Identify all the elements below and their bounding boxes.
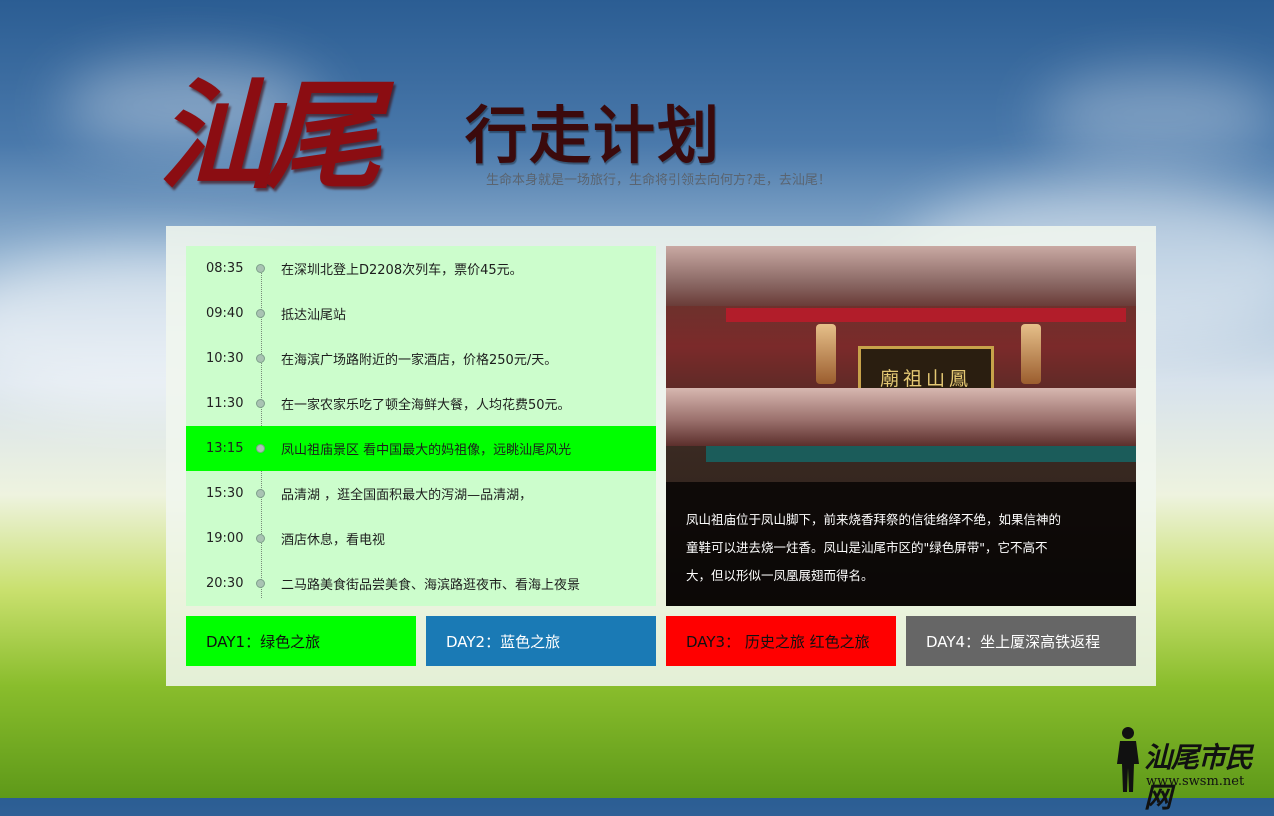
logo-url: www.swsm.net [1146, 774, 1245, 789]
circle-dot-icon [256, 444, 265, 453]
timeline-row: 15:30 品清湖 ，逛全国面积最大的泻湖—品清湖， [186, 471, 656, 516]
circle-dot-icon [256, 579, 265, 588]
circle-dot-icon [256, 534, 265, 543]
caption-line: 凤山祖庙位于凤山脚下，前来烧香拜祭的信徒络绎不绝，如果信神的 [686, 512, 1062, 527]
tagline: 生命本身就是一场旅行，生命将引领去向何方?走，去汕尾！ [486, 173, 831, 188]
timeline-row: 11:30 在一家农家乐吃了顿全海鲜大餐，人均花费50元。 [186, 381, 656, 426]
timeline-text: 在海滨广场路附近的一家酒店，价格250元/天。 [281, 353, 558, 368]
circle-dot-icon [256, 354, 265, 363]
timeline-time: 15:30 [206, 486, 244, 501]
itinerary-panel: 08:35 在深圳北登上D2208次列车，票价45元。 09:40 抵达汕尾站 … [166, 226, 1156, 686]
photo-roof [666, 388, 1136, 446]
temple-photo: 廟祖山鳳 凤山祖庙位于凤山脚下，前来烧香拜祭的信徒络绎不绝，如果信神的 童鞋可以… [666, 246, 1136, 606]
timeline-row: 09:40 抵达汕尾站 [186, 291, 656, 336]
page-title: 汕尾 [158, 65, 382, 205]
timeline-time: 11:30 [206, 396, 244, 411]
timeline-text: 凤山祖庙景区 看中国最大的妈祖像，远眺汕尾风光 [281, 443, 572, 458]
timeline-time: 13:15 [206, 441, 244, 456]
timeline-text: 抵达汕尾站 [281, 308, 347, 323]
circle-dot-icon [256, 399, 265, 408]
timeline-row-active[interactable]: 13:15 凤山祖庙景区 看中国最大的妈祖像，远眺汕尾风光 [186, 426, 656, 471]
timeline-text: 酒店休息，看电视 [281, 533, 386, 548]
day2-tab[interactable]: DAY2：蓝色之旅 [426, 616, 656, 666]
site-logo[interactable]: 汕尾市民网 www.swsm.net [1110, 722, 1274, 814]
caption-line: 童鞋可以进去烧一炷香。凤山是汕尾市区的"绿色屏带"，它不高不 [686, 540, 1048, 555]
timeline-row: 19:00 酒店休息，看电视 [186, 516, 656, 561]
day1-tab[interactable]: DAY1：绿色之旅 [186, 616, 416, 666]
photo-roof [666, 246, 1136, 306]
page-subtitle: 行走计划 [465, 99, 722, 172]
photo-caption: 凤山祖庙位于凤山脚下，前来烧香拜祭的信徒络绎不绝，如果信神的 童鞋可以进去烧一炷… [666, 482, 1136, 606]
timeline-time: 10:30 [206, 351, 244, 366]
circle-dot-icon [256, 264, 265, 273]
day3-tab[interactable]: DAY3： 历史之旅 红色之旅 [666, 616, 896, 666]
bg-cloud [1040, 70, 1274, 160]
day4-tab[interactable]: DAY4：坐上厦深高铁返程 [906, 616, 1136, 666]
timeline-time: 08:35 [206, 261, 244, 276]
timeline: 08:35 在深圳北登上D2208次列车，票价45元。 09:40 抵达汕尾站 … [186, 246, 656, 606]
person-silhouette-icon [1117, 727, 1139, 792]
timeline-text: 二马路美食街品尝美食、海滨路逛夜市、看海上夜景 [281, 578, 581, 593]
timeline-text: 在深圳北登上D2208次列车，票价45元。 [281, 263, 523, 278]
timeline-row: 10:30 在海滨广场路附近的一家酒店，价格250元/天。 [186, 336, 656, 381]
timeline-time: 20:30 [206, 576, 244, 591]
circle-dot-icon [256, 489, 265, 498]
timeline-text: 品清湖 ，逛全国面积最大的泻湖—品清湖， [281, 488, 533, 503]
timeline-text: 在一家农家乐吃了顿全海鲜大餐，人均花费50元。 [281, 398, 571, 413]
circle-dot-icon [256, 309, 265, 318]
timeline-time: 09:40 [206, 306, 244, 321]
caption-line: 大，但以形似一凤凰展翅而得名。 [686, 568, 874, 583]
timeline-row: 08:35 在深圳北登上D2208次列车，票价45元。 [186, 246, 656, 291]
photo-beam [706, 446, 1136, 462]
photo-lantern [1021, 324, 1041, 384]
timeline-row: 20:30 二马路美食街品尝美食、海滨路逛夜市、看海上夜景 [186, 561, 656, 606]
timeline-time: 19:00 [206, 531, 244, 546]
photo-lantern [816, 324, 836, 384]
photo-beam [726, 308, 1126, 322]
